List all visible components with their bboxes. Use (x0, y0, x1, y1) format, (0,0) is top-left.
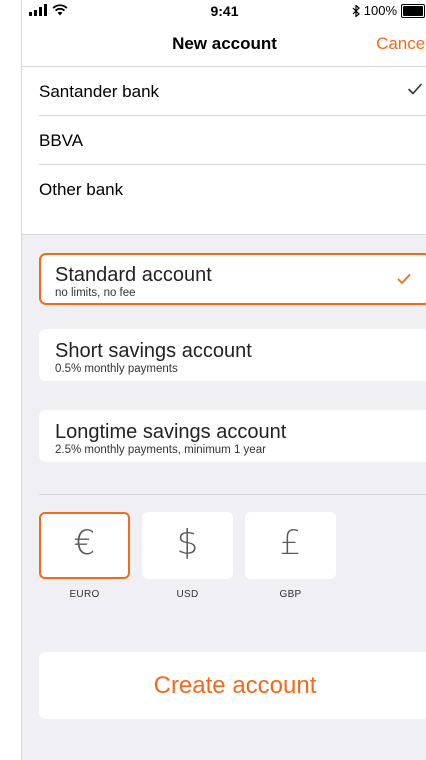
bank-item-bbva[interactable]: BBVA (22, 116, 426, 165)
status-right: 100% (352, 3, 426, 18)
phone-screen: 9:41 100% New account Cancel Santander b… (21, 0, 426, 760)
account-name: Longtime savings account (55, 421, 287, 443)
battery-icon (401, 3, 425, 18)
pound-icon: £ (279, 523, 302, 563)
currency-label-euro: EURO (69, 589, 100, 600)
euro-icon: € (73, 523, 96, 563)
bank-item-santander[interactable]: Santander bank (22, 67, 426, 116)
status-bar: 9:41 100% (22, 0, 426, 22)
account-name: Short savings account (55, 340, 252, 362)
account-options-section: Standard account no limits, no fee Short… (22, 234, 426, 760)
dollar-icon: $ (176, 523, 199, 563)
account-description: 0.5% monthly payments (55, 363, 178, 375)
section-divider (39, 494, 426, 495)
cancel-button[interactable]: Cancel (376, 34, 426, 54)
bank-label: Santander bank (39, 82, 160, 101)
checkmark-icon (408, 83, 422, 95)
account-description: 2.5% monthly payments, minimum 1 year (55, 444, 266, 456)
currency-usd-button[interactable]: $ (142, 512, 233, 579)
currency-euro-button[interactable]: € (39, 512, 130, 579)
bank-label: BBVA (39, 131, 84, 150)
account-name: Standard account (55, 264, 212, 286)
account-card-standard[interactable]: Standard account no limits, no fee (39, 253, 426, 305)
currency-label-usd: USD (176, 589, 199, 600)
bank-list: Santander bank BBVA Other bank (22, 67, 426, 214)
currency-gbp-button[interactable]: £ (245, 512, 336, 579)
page-title: New account (172, 34, 277, 53)
account-description: no limits, no fee (55, 287, 136, 299)
account-card-short-savings[interactable]: Short savings account 0.5% monthly payme… (39, 329, 426, 381)
bank-label: Other bank (39, 180, 124, 199)
checkmark-icon (397, 274, 411, 284)
bank-item-other[interactable]: Other bank (22, 165, 426, 214)
battery-percent: 100% (363, 3, 397, 18)
bluetooth-icon (352, 4, 360, 17)
navigation-bar: New account Cancel (22, 22, 426, 67)
create-account-button[interactable]: Create account (39, 652, 426, 719)
currency-label-gbp: GBP (279, 589, 302, 600)
account-card-longtime-savings[interactable]: Longtime savings account 2.5% monthly pa… (39, 410, 426, 462)
